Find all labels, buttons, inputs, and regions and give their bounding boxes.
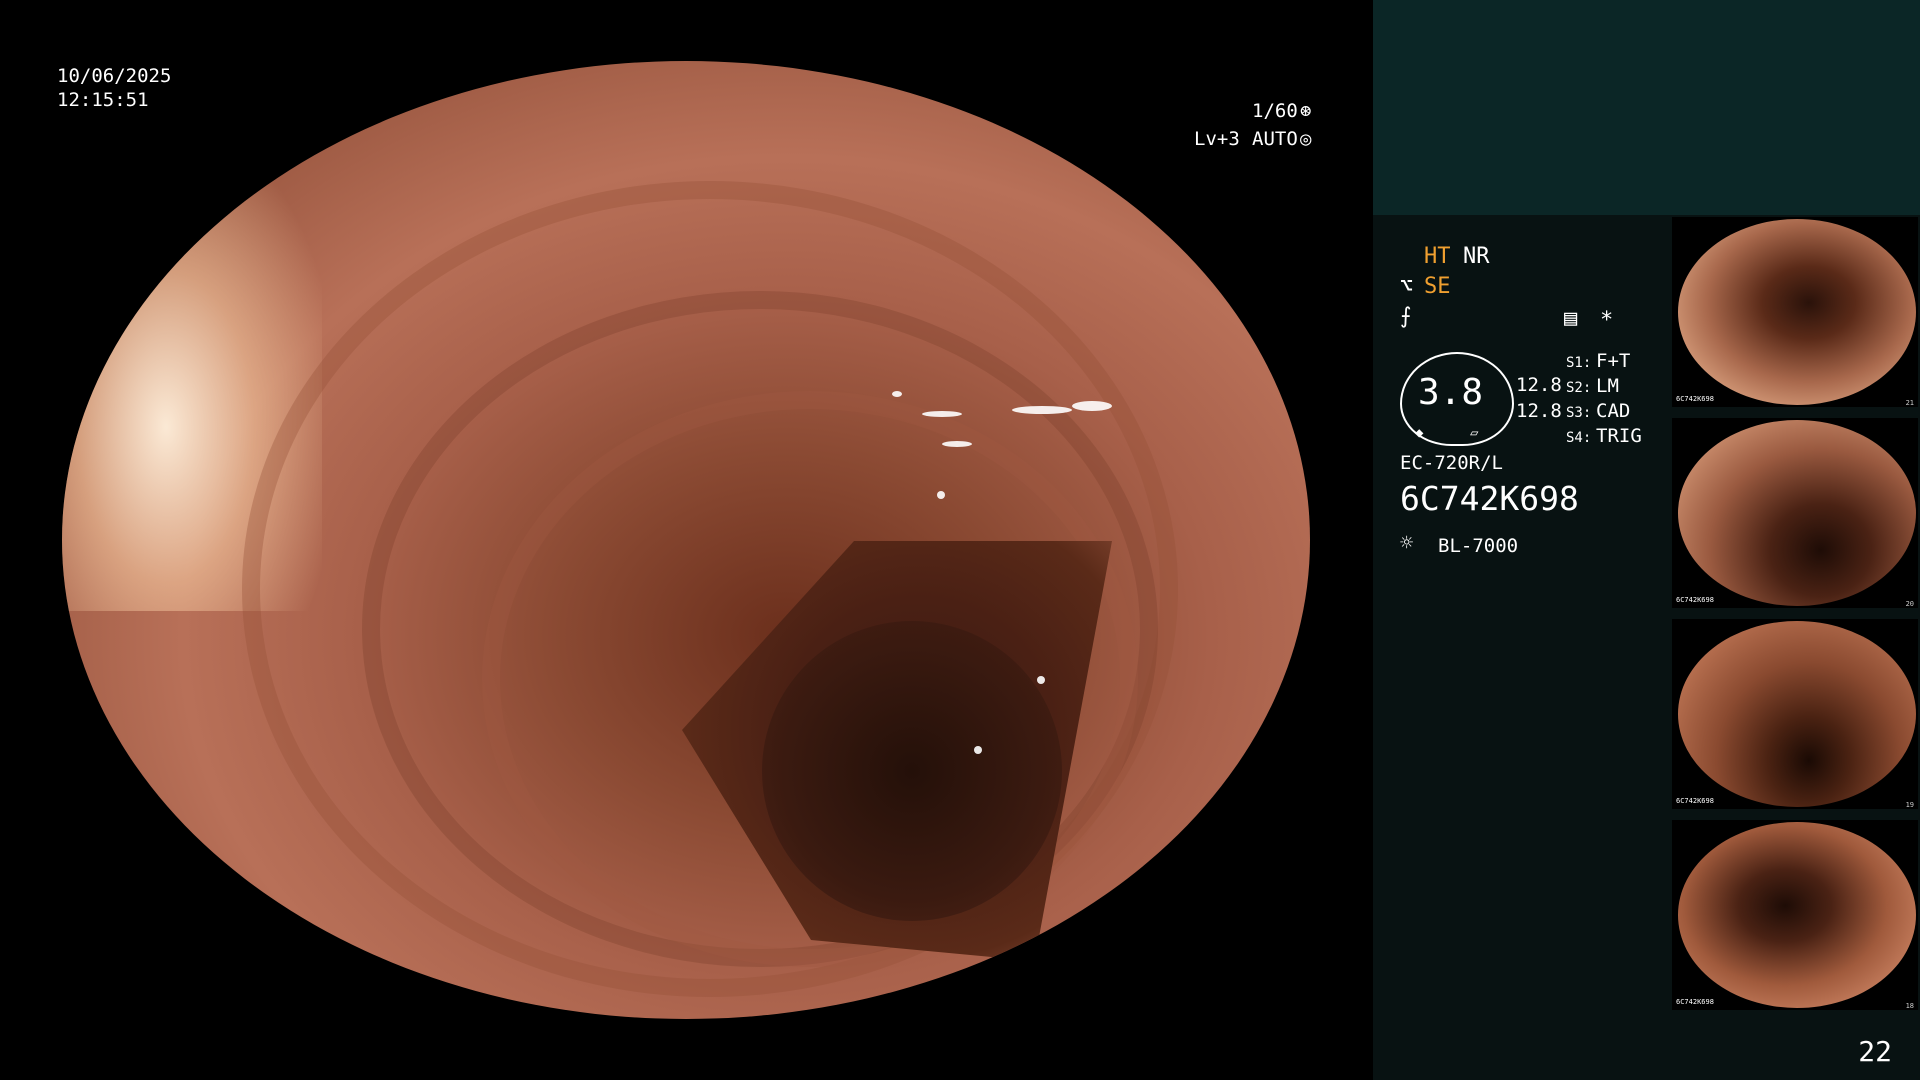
capture-thumbnail[interactable]: 6C742K698 20 <box>1672 418 1918 608</box>
thumbnail-serial: 6C742K698 <box>1676 395 1714 403</box>
page-number: 22 <box>1858 1035 1892 1068</box>
capture-thumbnail[interactable]: 6C742K698 19 <box>1672 619 1918 809</box>
thumbnail-number: 18 <box>1905 1002 1914 1010</box>
thumbnail-serial: 6C742K698 <box>1676 797 1714 805</box>
ht-indicator: HT <box>1424 244 1451 269</box>
iris-icon: ◎ <box>1300 128 1312 150</box>
endoscope-view <box>62 61 1310 1019</box>
scope-model: EC-720R/L <box>1400 452 1503 474</box>
shutter-label: 1/60 <box>1252 100 1298 122</box>
readout-1: 12.8 <box>1516 374 1562 396</box>
zoom-gauge-value: 3.8 <box>1418 372 1484 413</box>
specular-highlight <box>922 411 962 417</box>
light-source-icon: ☼ <box>1400 531 1414 556</box>
se-indicator: SE <box>1424 274 1451 299</box>
thumbnail-number: 19 <box>1905 801 1914 809</box>
scope-serial: 6C742K698 <box>1400 479 1579 518</box>
specular-highlight <box>942 441 972 447</box>
capture-thumbnail[interactable]: 6C742K698 21 <box>1672 217 1918 407</box>
switch-key: S2: <box>1566 380 1592 396</box>
specular-highlight <box>1037 676 1045 684</box>
color-icon: ⨍ <box>1400 304 1412 329</box>
capture-thumbnail[interactable]: 6C742K698 18 <box>1672 820 1918 1010</box>
thumbnail-image <box>1678 621 1916 807</box>
info-panel-header <box>1373 0 1920 215</box>
switch-value: F+T <box>1596 350 1631 372</box>
thumbnail-serial: 6C742K698 <box>1676 596 1714 604</box>
shutter-icon: ⊛ <box>1300 100 1312 122</box>
readout-2: 12.8 <box>1516 400 1562 422</box>
nr-indicator: NR <box>1463 244 1490 269</box>
specular-highlight <box>892 391 902 397</box>
specular-highlight <box>1072 401 1112 411</box>
mode-label: AUTO <box>1252 128 1298 150</box>
time-label: 12:15:51 <box>57 89 149 111</box>
specular-highlight <box>937 491 945 499</box>
switch-key: S4: <box>1566 430 1592 446</box>
switch-key: S3: <box>1566 405 1592 421</box>
thumbnail-image <box>1678 822 1916 1008</box>
gauge-marker-icon: ▱ <box>1470 425 1479 441</box>
thumbnail-serial: 6C742K698 <box>1676 998 1714 1006</box>
record-icon: ▤ <box>1564 306 1578 331</box>
date-label: 10/06/2025 <box>57 65 172 87</box>
thumbnail-number: 21 <box>1905 399 1914 407</box>
light-source-label: BL-7000 <box>1438 535 1519 557</box>
thumbnail-number: 20 <box>1905 600 1914 608</box>
level-label: Lv+3 <box>1194 128 1240 150</box>
specular-highlight <box>974 746 982 754</box>
asterisk-indicator: * <box>1600 308 1614 333</box>
specular-highlight <box>1012 406 1072 414</box>
switch-key: S1: <box>1566 355 1592 371</box>
switch-value: TRIG <box>1596 425 1642 447</box>
gauge-marker-icon: ◆ <box>1415 425 1424 441</box>
thumbnail-image <box>1678 219 1916 405</box>
lumen-depth <box>762 621 1062 921</box>
switch-value: LM <box>1596 375 1619 397</box>
structure-icon: ⌥ <box>1400 274 1414 299</box>
thumbnail-image <box>1678 420 1916 606</box>
switch-value: CAD <box>1596 400 1631 422</box>
